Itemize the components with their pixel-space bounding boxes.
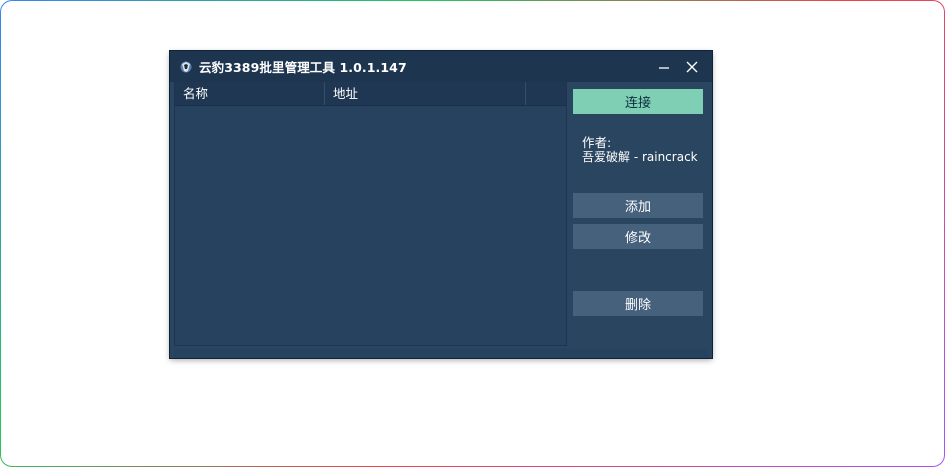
app-icon	[180, 61, 192, 72]
close-icon	[686, 61, 698, 72]
column-header-name[interactable]: 名称	[175, 82, 325, 105]
minimize-button[interactable]	[650, 55, 678, 79]
column-header-extra[interactable]	[526, 82, 565, 105]
author-info: 作者: 吾爱破解 - raincrack	[582, 135, 707, 165]
edit-button[interactable]: 修改	[573, 224, 703, 249]
status-strip	[174, 349, 708, 358]
connect-button[interactable]: 连接	[573, 89, 703, 114]
author-label: 作者:	[582, 135, 612, 150]
window-title: 云豹3389批里管理工具 1.0.1.147	[199, 60, 407, 75]
column-header-address[interactable]: 地址	[325, 82, 526, 105]
server-list[interactable]: 名称 地址	[174, 82, 567, 346]
minimize-icon	[659, 66, 669, 69]
title-bar[interactable]: 云豹3389批里管理工具 1.0.1.147	[170, 51, 712, 82]
add-button[interactable]: 添加	[573, 193, 703, 218]
window-controls	[650, 51, 706, 82]
delete-button[interactable]: 删除	[573, 291, 703, 316]
author-value: 吾爱破解 - raincrack	[582, 150, 698, 164]
list-header: 名称 地址	[175, 82, 566, 106]
close-button[interactable]	[678, 55, 706, 79]
app-window: 云豹3389批里管理工具 1.0.1.147 名称 地址 连接 作者: 吾爱破解…	[170, 51, 712, 358]
list-body[interactable]	[175, 106, 566, 345]
